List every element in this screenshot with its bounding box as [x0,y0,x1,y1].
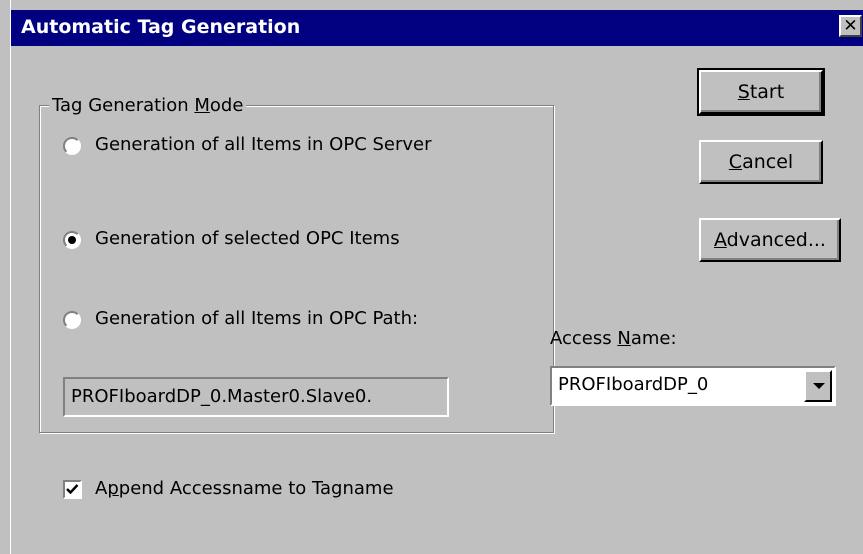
append-label-post: pend Accessname to Tagname [118,478,394,499]
checkmark-icon [66,484,79,495]
append-label-mnemonic: p [107,478,119,499]
radio-all-items-server-label[interactable]: Generation of all Items in OPC Server [95,134,432,155]
radio-all-items-server[interactable] [63,137,81,155]
cancel-button[interactable]: Cancel [699,140,823,184]
start-label-post: tart [749,81,785,103]
access-name-label: Access Name: [550,328,677,349]
access-label-post: ame: [630,328,677,349]
access-name-value: PROFIboardDP_0 [558,374,709,395]
append-label-pre: A [95,478,108,499]
chevron-down-icon[interactable] [804,370,832,402]
opc-path-field[interactable]: PROFIboardDP_0.Master0.Slave0. [63,377,449,417]
close-icon: ✕ [843,16,858,36]
access-name-combo[interactable]: PROFIboardDP_0 [550,366,836,406]
radio-all-items-path[interactable] [63,311,81,329]
start-label-mnemonic: S [737,81,750,103]
group-label-pre: Tag Generation [52,95,195,116]
access-label-mnemonic: N [617,328,631,349]
start-button[interactable]: Start [697,68,825,116]
radio-selected-items[interactable] [63,231,81,249]
radio-selected-items-label[interactable]: Generation of selected OPC Items [95,228,400,249]
access-label-pre: Access [550,328,618,349]
window-title: Automatic Tag Generation [21,16,301,38]
dialog-window: Automatic Tag Generation ✕ Start Cancel … [10,0,863,554]
cancel-label-post: ancel [742,151,794,173]
advanced-label-mnemonic: A [714,229,727,251]
radio-selected-dot [68,236,76,244]
title-bar[interactable]: Automatic Tag Generation ✕ [11,10,863,46]
radio-all-items-path-label[interactable]: Generation of all Items in OPC Path: [95,308,418,329]
append-accessname-checkbox[interactable] [63,480,82,499]
group-label-mnemonic: M [194,95,210,116]
advanced-label-post: dvanced... [726,229,826,251]
advanced-button[interactable]: Advanced... [699,218,841,262]
append-accessname-label[interactable]: Append Accessname to Tagname [95,478,394,499]
close-button[interactable]: ✕ [839,15,862,37]
group-label: Tag Generation Mode [49,95,247,116]
cancel-label-mnemonic: C [728,151,743,173]
group-label-post: ode [209,95,244,116]
